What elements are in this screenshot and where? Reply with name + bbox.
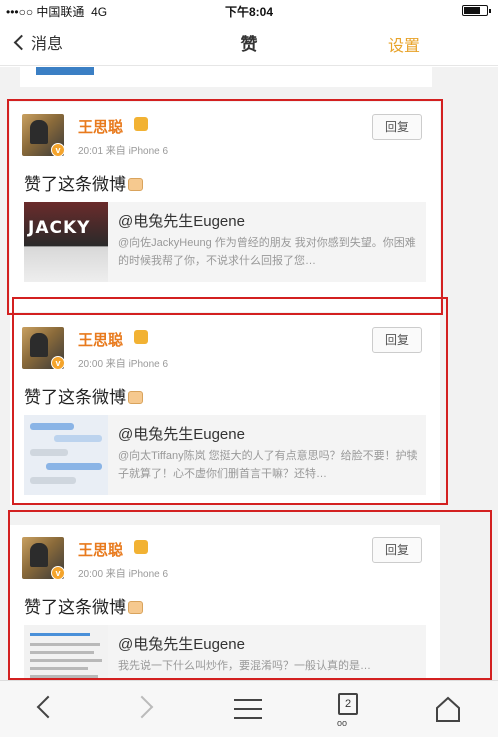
incognito-glasses-icon: oo xyxy=(337,718,348,728)
reply-button[interactable]: 回复 xyxy=(372,114,422,140)
quoted-text: @向佐JackyHeung 作为曾经的朋友 我对你感到失望。你困难的时候我帮了你… xyxy=(118,237,416,267)
quoted-text: 我先说一下什么叫炒作，要混淆吗？一般认真的是… xyxy=(118,660,371,672)
settings-button[interactable]: 设置 xyxy=(388,32,420,56)
like-text: 赞了这条微博 xyxy=(24,170,143,195)
post-meta: 20:00 来自 iPhone 6 xyxy=(78,569,169,580)
thumbs-up-icon xyxy=(128,391,143,404)
battery-icon xyxy=(462,5,491,16)
username[interactable]: 王思聪 xyxy=(78,116,123,137)
home-icon xyxy=(436,696,460,722)
post-meta: 20:00 来自 iPhone 6 xyxy=(78,359,169,370)
bottom-toolbar: 2 oo xyxy=(0,680,498,737)
vip-crown-icon xyxy=(134,117,148,131)
reply-button[interactable]: 回复 xyxy=(372,537,422,563)
quoted-text: @向太Tiffany陈岚 您挺大的人了有点意思吗？给脸不要！护犊子就算了！心不虚… xyxy=(118,450,418,480)
thumbs-up-icon xyxy=(128,601,143,614)
quoted-post[interactable]: JACKY @电兔先生Eugene @向佐JackyHeung 作为曾经的朋友 … xyxy=(24,202,426,282)
vip-crown-icon xyxy=(134,540,148,554)
forward-arrow-icon xyxy=(130,695,154,719)
verified-badge-icon: v xyxy=(51,143,65,157)
like-text-label: 赞了这条微博 xyxy=(24,388,126,407)
quoted-post-image xyxy=(24,625,108,680)
vip-crown-icon xyxy=(134,330,148,344)
home-button[interactable] xyxy=(426,687,470,731)
image-caption: JACKY xyxy=(28,218,91,238)
like-notification-card[interactable]: v 王思聪 20:01 来自 iPhone 6 回复 赞了这条微博 JACKY … xyxy=(10,102,440,312)
quoted-author: @电兔先生Eugene xyxy=(118,636,245,653)
reply-button[interactable]: 回复 xyxy=(372,327,422,353)
nav-bar: 消息 赞 设置 xyxy=(0,20,498,66)
username[interactable]: 王思聪 xyxy=(78,539,123,560)
page-title: 赞 xyxy=(240,35,258,54)
quoted-post-image: JACKY xyxy=(24,202,108,282)
like-notification-card[interactable]: v 王思聪 20:00 来自 iPhone 6 回复 赞了这条微博 @电兔先生E… xyxy=(10,525,440,680)
like-text: 赞了这条微博 xyxy=(24,593,143,618)
quoted-post[interactable]: @电兔先生Eugene 我先说一下什么叫炒作，要混淆吗？一般认真的是… xyxy=(24,625,426,680)
username[interactable]: 王思聪 xyxy=(78,329,123,350)
menu-button[interactable] xyxy=(226,687,270,731)
quoted-post-image xyxy=(24,415,108,495)
status-bar: •••○○ 中国联通 4G 下午8:04 xyxy=(0,0,498,20)
like-text: 赞了这条微博 xyxy=(24,383,143,408)
verified-badge-icon: v xyxy=(51,356,65,370)
quoted-author: @电兔先生Eugene xyxy=(118,213,245,230)
verified-badge-icon: v xyxy=(51,566,65,580)
menu-icon xyxy=(234,699,262,701)
thumbs-up-icon xyxy=(128,178,143,191)
back-arrow-icon xyxy=(36,695,60,719)
notification-list[interactable]: v 王思聪 20:01 来自 iPhone 6 回复 赞了这条微博 JACKY … xyxy=(0,67,498,680)
forward-nav-button[interactable] xyxy=(124,687,168,731)
previous-card-partial xyxy=(20,67,432,87)
quoted-post[interactable]: @电兔先生Eugene @向太Tiffany陈岚 您挺大的人了有点意思吗？给脸不… xyxy=(24,415,426,495)
like-notification-card[interactable]: v 王思聪 20:00 来自 iPhone 6 回复 赞了这条微博 @电兔先生E… xyxy=(10,315,440,505)
like-text-label: 赞了这条微博 xyxy=(24,175,126,194)
status-time: 下午8:04 xyxy=(224,5,274,19)
like-text-label: 赞了这条微博 xyxy=(24,598,126,617)
quoted-author: @电兔先生Eugene xyxy=(118,426,245,443)
previous-card-thumbnail xyxy=(36,67,94,75)
tabs-count: 2 xyxy=(338,693,358,715)
tabs-button[interactable]: 2 oo xyxy=(326,687,370,731)
back-nav-button[interactable] xyxy=(24,687,68,731)
post-meta: 20:01 来自 iPhone 6 xyxy=(78,146,169,157)
